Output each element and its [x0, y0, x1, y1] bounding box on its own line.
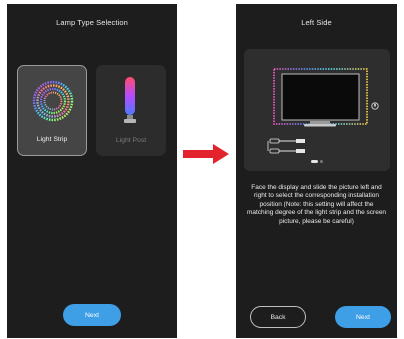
power-plug-icon — [371, 102, 379, 110]
installation-preview[interactable] — [244, 49, 390, 171]
light-post-icon — [124, 77, 136, 123]
next-button[interactable]: Next — [63, 304, 121, 326]
next-button-right[interactable]: Next — [335, 306, 391, 328]
lamp-type-title: Lamp Type Selection — [56, 18, 128, 27]
side-title: Left Side — [301, 18, 332, 27]
right-arrow-icon — [183, 144, 229, 164]
light-strip-label: Light Strip — [36, 136, 68, 143]
lamp-type-screen: Lamp Type Selection Light Strip Light Po… — [7, 4, 177, 338]
pager-dot[interactable] — [320, 160, 323, 163]
instruction-text: Face the display and slide the picture l… — [246, 184, 387, 225]
tv-with-led-strip-icon — [273, 68, 368, 127]
light-strip-ring-icon — [32, 80, 74, 122]
light-post-option[interactable]: Light Post — [96, 65, 166, 156]
pager-dot-active[interactable] — [311, 160, 318, 163]
installation-side-screen: Left Side Face the display and slide the… — [236, 4, 397, 338]
comparison-image: Lamp Type Selection Light Strip Light Po… — [0, 0, 404, 339]
light-strip-option[interactable]: Light Strip — [17, 65, 87, 156]
light-post-label: Light Post — [115, 137, 147, 144]
connector-cables-icon — [267, 138, 305, 154]
preview-pager — [244, 160, 390, 163]
back-button[interactable]: Back — [250, 306, 306, 328]
